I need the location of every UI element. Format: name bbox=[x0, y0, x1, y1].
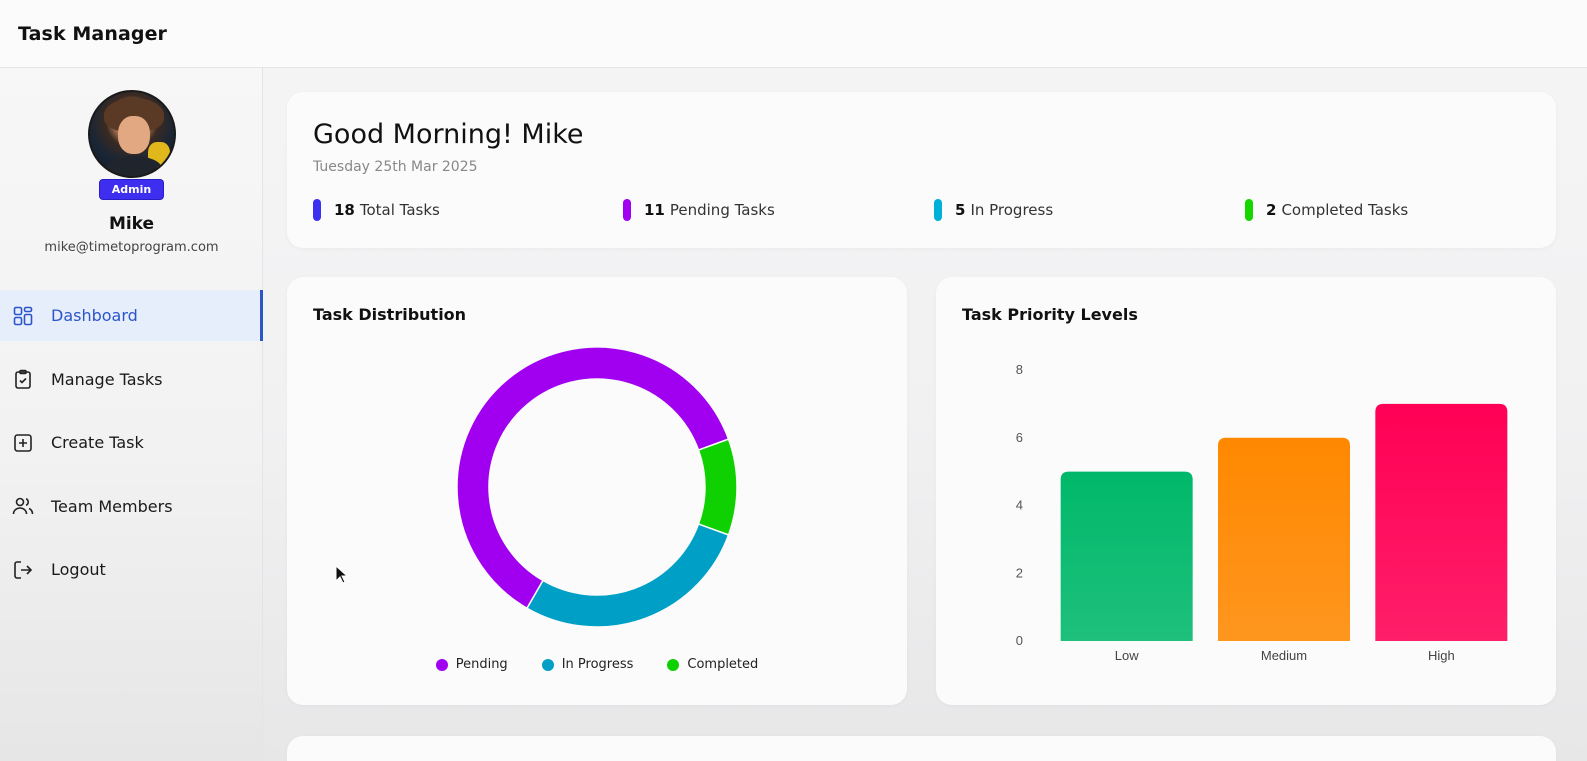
sidebar-item-manage-tasks[interactable]: Manage Tasks bbox=[0, 354, 263, 405]
stat-pending-tasks: 11 Pending Tasks bbox=[623, 199, 775, 221]
legend-label: In Progress bbox=[561, 657, 634, 672]
donut-slice-completed[interactable] bbox=[697, 438, 738, 536]
stat-color-pill bbox=[1245, 199, 1253, 221]
sidebar-nav: Dashboard Manage Tasks Create Task Team … bbox=[0, 290, 263, 608]
legend-label: Completed bbox=[687, 657, 759, 672]
profile-section: Admin Mike mike@timetoprogram.com bbox=[0, 90, 263, 255]
legend-label: Pending bbox=[455, 657, 508, 672]
top-bar: Task Manager bbox=[0, 0, 1587, 68]
legend-dot bbox=[435, 658, 448, 671]
logout-icon bbox=[12, 559, 34, 581]
x-tick-label: High bbox=[1428, 648, 1455, 663]
greeting-title: Good Morning! Mike bbox=[313, 119, 584, 150]
plus-square-icon bbox=[12, 432, 34, 454]
y-tick-label: 0 bbox=[1016, 633, 1023, 648]
stat-in-progress: 5 In Progress bbox=[934, 199, 1053, 221]
legend-dot bbox=[541, 658, 554, 671]
chart-legend: Pending In Progress Completed bbox=[287, 657, 907, 672]
y-tick-label: 2 bbox=[1016, 565, 1023, 580]
stat-value: 11 bbox=[644, 201, 665, 219]
avatar[interactable] bbox=[87, 90, 176, 178]
role-badge: Admin bbox=[98, 179, 165, 200]
stat-label: Total Tasks bbox=[359, 201, 440, 219]
card-title: Task Distribution bbox=[313, 305, 467, 324]
stat-value: 2 bbox=[1266, 201, 1277, 219]
stat-color-pill bbox=[934, 199, 942, 221]
legend-item-pending[interactable]: Pending bbox=[435, 657, 508, 672]
dashboard-icon bbox=[12, 305, 34, 327]
user-name: Mike bbox=[108, 214, 155, 234]
task-priority-card: Task Priority Levels 0 2 4 6 8 Low Medium High bbox=[936, 277, 1556, 705]
stat-value: 18 bbox=[334, 201, 355, 219]
stat-completed-tasks: 2 Completed Tasks bbox=[1245, 199, 1408, 221]
stat-label: Completed Tasks bbox=[1281, 201, 1409, 219]
bottom-card bbox=[287, 736, 1556, 761]
donut-chart bbox=[456, 346, 738, 628]
legend-item-completed[interactable]: Completed bbox=[667, 657, 758, 672]
stat-color-pill bbox=[623, 199, 631, 221]
stat-label: In Progress bbox=[970, 201, 1054, 219]
bar-chart: 0 2 4 6 8 Low Medium High bbox=[1016, 362, 1508, 663]
greeting-card: Good Morning! Mike Tuesday 25th Mar 2025… bbox=[287, 92, 1556, 248]
donut-slice-in-progress[interactable] bbox=[525, 522, 730, 628]
clipboard-check-icon bbox=[12, 368, 34, 390]
x-tick-label: Low bbox=[1115, 648, 1139, 663]
bar-low[interactable] bbox=[1060, 471, 1193, 641]
sidebar-item-team-members[interactable]: Team Members bbox=[0, 481, 263, 532]
sidebar-item-label: Logout bbox=[51, 560, 106, 579]
user-email: mike@timetoprogram.com bbox=[44, 240, 219, 255]
sidebar-item-label: Create Task bbox=[51, 433, 144, 452]
sidebar-item-label: Manage Tasks bbox=[51, 369, 163, 389]
y-tick-label: 8 bbox=[1016, 362, 1023, 377]
stat-label: Pending Tasks bbox=[669, 201, 775, 219]
y-tick-label: 4 bbox=[1016, 498, 1023, 513]
sidebar-item-dashboard[interactable]: Dashboard bbox=[0, 290, 263, 341]
legend-item-in-progress[interactable]: In Progress bbox=[541, 657, 634, 672]
y-tick-label: 6 bbox=[1016, 430, 1023, 445]
stat-value: 5 bbox=[955, 201, 966, 219]
sidebar-item-logout[interactable]: Logout bbox=[0, 544, 263, 595]
sidebar-item-label: Dashboard bbox=[51, 306, 138, 325]
sidebar-item-label: Team Members bbox=[51, 496, 173, 516]
task-distribution-card: Task Distribution Pending In Progress Co… bbox=[287, 277, 907, 705]
mouse-cursor-icon bbox=[335, 565, 349, 584]
legend-dot bbox=[667, 658, 680, 671]
stat-total-tasks: 18 Total Tasks bbox=[313, 199, 440, 221]
greeting-date: Tuesday 25th Mar 2025 bbox=[313, 159, 478, 175]
bar-high[interactable] bbox=[1375, 403, 1508, 641]
x-tick-label: Medium bbox=[1261, 648, 1307, 663]
sidebar-item-create-task[interactable]: Create Task bbox=[0, 417, 263, 468]
sidebar: Admin Mike mike@timetoprogram.com Dashbo… bbox=[0, 68, 263, 761]
stat-color-pill bbox=[313, 199, 321, 221]
users-icon bbox=[12, 495, 34, 517]
app-title: Task Manager bbox=[18, 22, 168, 45]
bar-medium[interactable] bbox=[1218, 437, 1350, 641]
